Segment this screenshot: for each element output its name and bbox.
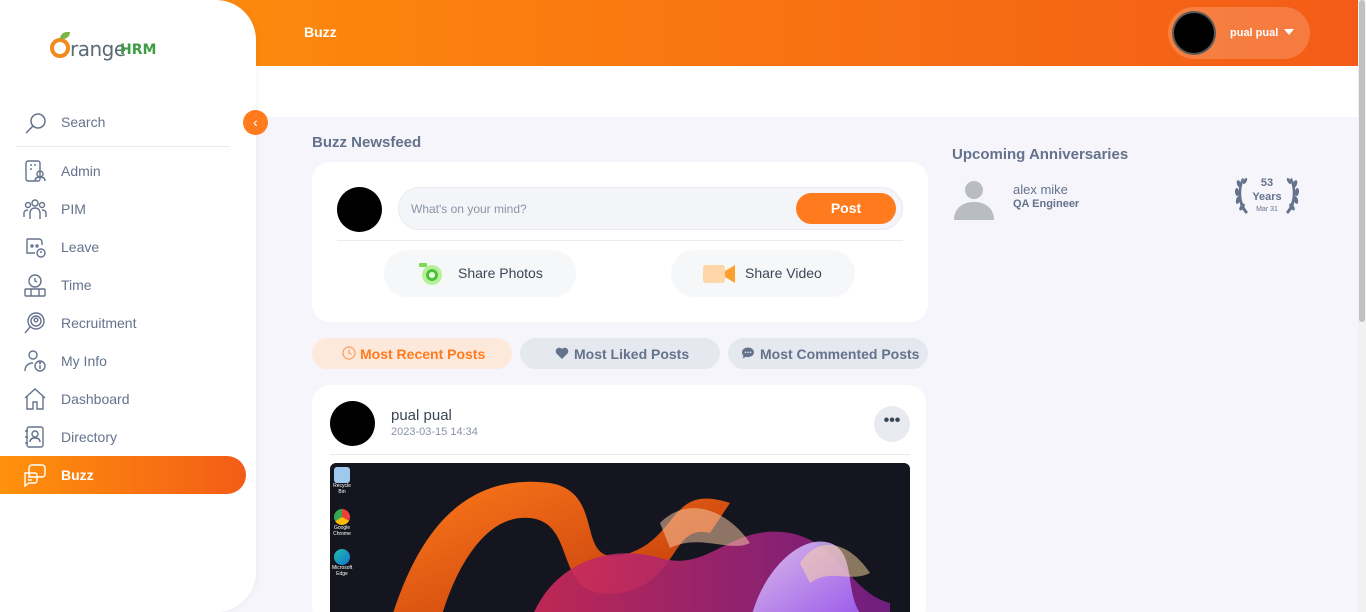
buzz-icon — [24, 464, 46, 487]
caret-down-icon — [1284, 29, 1294, 35]
sidebar-item-label: PIM — [61, 201, 86, 217]
logo-suffix: HRM — [120, 42, 157, 58]
default-avatar-icon — [954, 181, 994, 220]
tab-label: Most Recent Posts — [360, 346, 486, 362]
post-divider — [330, 454, 910, 455]
desktop-icon-label: Google Chrome — [333, 525, 351, 537]
sidebar-item-recruitment[interactable]: Recruitment — [0, 304, 246, 342]
search-label: Search — [61, 114, 106, 130]
sidebar-item-dashboard[interactable]: Dashboard — [0, 380, 246, 418]
top-nav-bar — [256, 66, 1358, 117]
buzz-post: pual pual 2023-03-15 14:34 ••• Recycle B… — [312, 385, 926, 612]
tab-most-commented-posts[interactable]: Most Commented Posts — [728, 338, 928, 369]
sidebar-item-my-info[interactable]: My Info — [0, 342, 246, 380]
sidebar-item-label: Leave — [61, 239, 100, 255]
sidebar-item-label: Dashboard — [61, 391, 130, 407]
sidebar-item-label: Admin — [61, 163, 101, 179]
desktop-icon-label: Recycle Bin — [333, 483, 351, 495]
pim-icon — [23, 199, 47, 219]
anniversary-badge: 53 Years Mar 31 — [1232, 172, 1302, 218]
sidebar-item-pim[interactable]: PIM — [0, 190, 246, 228]
tab-most-recent-posts[interactable]: Most Recent Posts — [312, 338, 512, 369]
sidebar-item-label: Recruitment — [61, 315, 137, 331]
camera-icon — [419, 263, 442, 285]
user-dropdown[interactable]: pual pual — [1168, 7, 1310, 59]
comment-icon — [742, 347, 754, 359]
logo-leaf-icon — [60, 32, 70, 39]
post-timestamp: 2023-03-15 14:34 — [391, 426, 478, 438]
tab-most-liked-posts[interactable]: Most Liked Posts — [520, 338, 720, 369]
recycle-bin-icon — [334, 467, 350, 483]
heart-icon — [555, 347, 569, 359]
sidebar-item-label: My Info — [61, 353, 107, 369]
desktop-icon-label: Microsoft Edge — [332, 565, 353, 577]
sidebar-item-buzz[interactable]: Buzz — [0, 456, 246, 494]
post-options-button[interactable]: ••• — [874, 406, 910, 442]
wallpaper-ribbons — [393, 481, 890, 612]
recruitment-icon — [24, 312, 45, 334]
composer-avatar — [337, 187, 382, 232]
anniversary-employee-name: alex mike — [1013, 182, 1068, 197]
sidebar-item-label: Time — [61, 277, 92, 293]
post-input-placeholder: What's on your mind? — [411, 202, 527, 216]
desktop-icon-edge[interactable]: Microsoft Edge — [332, 549, 352, 577]
tab-label: Most Liked Posts — [574, 346, 690, 362]
share-video-label: Share Video — [745, 265, 822, 281]
sidebar-item-leave[interactable]: Leave — [0, 228, 246, 266]
sidebar-item-directory[interactable]: Directory — [0, 418, 246, 456]
tab-label: Most Commented Posts — [760, 346, 920, 362]
sidebar-item-admin[interactable]: Admin — [0, 152, 246, 190]
post-author: pual pual — [391, 407, 452, 424]
share-photos-button[interactable]: Share Photos — [384, 250, 576, 297]
collapse-sidebar-button[interactable]: ‹ — [243, 110, 268, 135]
directory-icon — [25, 426, 44, 448]
sidebar-item-label: Directory — [61, 429, 118, 445]
post-image[interactable]: Recycle Bin Google Chrome Microsoft Edge — [330, 463, 910, 612]
admin-icon — [25, 160, 46, 182]
my-info-icon — [24, 350, 46, 372]
anniversary-date: Mar 31 — [1256, 206, 1278, 213]
anniversary-years-label: Years — [1252, 191, 1282, 203]
share-photos-label: Share Photos — [458, 265, 543, 281]
chrome-icon — [334, 509, 350, 525]
sidebar-search[interactable]: Search — [16, 103, 230, 147]
logo-orange-icon — [50, 38, 70, 58]
sidebar-item-time[interactable]: Time — [0, 266, 246, 304]
anniversary-employee-role: QA Engineer — [1013, 198, 1080, 210]
video-camera-icon — [703, 265, 735, 283]
user-name: pual pual — [1230, 27, 1279, 39]
leave-icon — [26, 238, 46, 258]
share-video-button[interactable]: Share Video — [671, 250, 855, 297]
logo-text: range — [70, 37, 126, 61]
desktop-icon-recycle-bin[interactable]: Recycle Bin — [332, 467, 352, 495]
upcoming-anniversaries-title: Upcoming Anniversaries — [952, 146, 1129, 163]
time-icon — [24, 274, 46, 297]
post-button[interactable]: Post — [796, 193, 896, 224]
composer-divider — [337, 240, 903, 241]
scrollbar-thumb[interactable] — [1359, 0, 1365, 322]
search-icon — [25, 113, 46, 134]
dashboard-icon — [24, 388, 46, 410]
desktop-icon-chrome[interactable]: Google Chrome — [332, 509, 352, 537]
page-title: Buzz — [304, 24, 337, 40]
user-avatar — [1172, 11, 1216, 55]
sidebar: range HRM Search Admin PIM Leave Time Re… — [0, 0, 256, 612]
anniversary-years: 53 — [1260, 177, 1274, 189]
buzz-newsfeed-title: Buzz Newsfeed — [312, 134, 422, 151]
edge-icon — [334, 549, 350, 565]
orangehrm-logo[interactable]: range HRM — [50, 32, 170, 66]
clock-icon — [342, 346, 356, 360]
sidebar-item-label: Buzz — [61, 467, 94, 483]
post-composer: What's on your mind? Post Share Photos S… — [312, 162, 928, 322]
post-author-avatar — [330, 401, 375, 446]
